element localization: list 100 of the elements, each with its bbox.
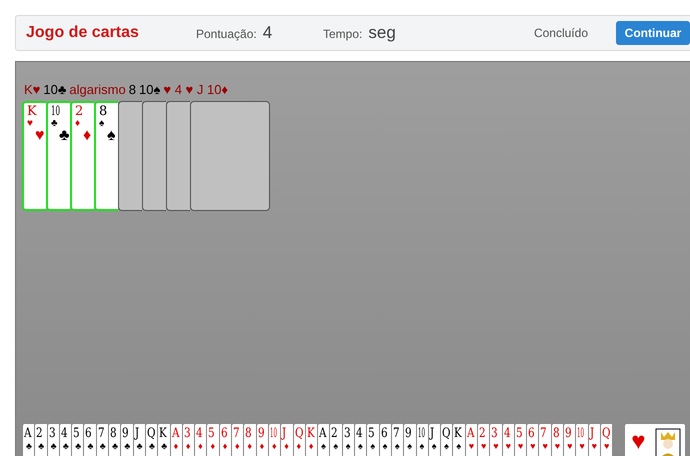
card-suit: ♠ (444, 442, 449, 451)
card-rank: 2 (75, 105, 84, 118)
deck-card[interactable]: 8 ♥ (550, 423, 564, 456)
card-suit: ♦ (198, 442, 203, 451)
playing-card[interactable]: K ♥ ♥ (22, 101, 46, 211)
card-rank: K (159, 427, 168, 440)
playing-card[interactable]: 8 ♠ ♠ (94, 101, 118, 211)
deck-card[interactable]: 2 ♣ (34, 423, 47, 456)
card-suit: ♠ (346, 442, 350, 451)
card-rank: 9 (405, 427, 412, 440)
card-suit: ♠ (456, 442, 462, 451)
deck-card[interactable]: 9 ♣ (120, 423, 133, 456)
playing-card[interactable]: 2 ♦ ♦ (70, 101, 94, 211)
deck-card[interactable]: K ♠ (452, 423, 465, 456)
card-pip: ♣ (59, 127, 70, 145)
card-pip: ♥ (35, 127, 44, 145)
deck-card[interactable]: J ♦ (280, 423, 293, 456)
deck-card[interactable]: 9 ♥ (563, 423, 576, 456)
card-pip: ♠ (107, 127, 116, 145)
card-suit: ♥ (554, 442, 560, 451)
deck-card[interactable]: 10 ♦ (268, 423, 280, 456)
card-rank: A (319, 427, 327, 440)
deck-card[interactable]: Q ♠ (440, 423, 452, 456)
deck-card[interactable]: 4 ♦ (194, 423, 206, 456)
deck-card[interactable]: 5 ♠ (366, 423, 379, 456)
card-rank: J (590, 427, 594, 440)
card-back[interactable] (190, 101, 270, 211)
card-suit: ♣ (148, 442, 155, 451)
deck-card[interactable]: 9 ♠ (403, 423, 416, 456)
deck-card[interactable]: K ♣ (157, 423, 170, 456)
card-back[interactable] (142, 101, 166, 211)
card-rank: 6 (380, 427, 388, 440)
deck-card[interactable]: J ♣ (132, 423, 145, 456)
deck-card[interactable]: 4 ♣ (58, 423, 72, 456)
card-rank: 4 (356, 427, 363, 440)
card-rank: J (430, 427, 434, 440)
deck-card[interactable]: 3 ♠ (342, 423, 354, 456)
deck-card[interactable]: 5 ♥ (514, 423, 526, 456)
deck-card[interactable]: 5 ♣ (71, 423, 84, 456)
deck-card[interactable]: 4 ♥ (502, 423, 514, 456)
deck-card[interactable]: 9 ♦ (256, 423, 268, 456)
card-rank: Q (442, 427, 451, 440)
deck-card[interactable]: 10 ♠ (416, 423, 428, 456)
deck-card[interactable]: 5 ♦ (206, 423, 219, 456)
deck-card[interactable]: 7 ♠ (390, 423, 404, 456)
deck-card[interactable]: A ♠ (317, 423, 330, 456)
deck-card[interactable]: 6 ♣ (83, 423, 96, 456)
card-suit: ♣ (51, 119, 58, 129)
deck-card[interactable]: 8 ♦ (243, 423, 256, 456)
time-label: Tempo: (323, 27, 362, 41)
deck-card[interactable]: 4 ♠ (354, 423, 366, 456)
card-suit: ♠ (394, 442, 400, 451)
card-rank: 5 (368, 427, 375, 440)
deck-card[interactable]: 7 ♥ (538, 423, 551, 456)
deck-card[interactable]: A ♦ (170, 423, 182, 456)
playing-card[interactable]: 10 ♣ ♣ (46, 101, 70, 211)
deck-card[interactable]: 2 ♥ (476, 423, 490, 456)
status-text: Concluído (534, 26, 588, 40)
deck-card[interactable]: 8 ♣ (108, 423, 120, 456)
card-rank: 7 (233, 427, 240, 440)
deck-card[interactable]: 7 ♣ (96, 423, 108, 456)
card-suit: ♦ (222, 442, 228, 451)
card-rank: 6 (85, 427, 92, 440)
card-rank: 2 (36, 427, 43, 440)
card-pip: ♦ (83, 127, 92, 145)
deck-card[interactable]: A ♥ (464, 423, 477, 456)
deck-card[interactable]: 6 ♦ (218, 423, 232, 456)
card-rank: J (134, 427, 139, 440)
deck-card[interactable]: Q ♦ (292, 423, 305, 456)
card-suit: ♥ (567, 442, 572, 451)
card-suit: ♣ (87, 442, 94, 451)
deck-card[interactable]: 10 ♥ (575, 423, 588, 456)
continue-button[interactable]: Continuar (616, 21, 690, 45)
deck-card[interactable]: 2 ♠ (329, 423, 342, 456)
card-suit: ♥ (518, 442, 524, 451)
card-rank: 8 (245, 427, 252, 440)
card-suit: ♣ (124, 442, 130, 451)
deck-card[interactable]: J ♠ (428, 423, 440, 456)
deck-card[interactable]: A ♣ (22, 423, 34, 456)
deck-card[interactable]: K ♦ (304, 423, 318, 456)
card-rank: 6 (528, 427, 535, 440)
deck-card[interactable]: 3 ♣ (46, 423, 59, 456)
card-rank: 7 (98, 427, 104, 440)
deck-card[interactable]: J ♥ (588, 423, 600, 456)
card-rank: 10 (418, 427, 424, 440)
deck-card[interactable]: 6 ♥ (526, 423, 538, 456)
deck-card[interactable]: Q ♣ (144, 423, 158, 456)
deck-card[interactable]: 3 ♥ (489, 423, 502, 456)
card-rank: A (172, 427, 180, 440)
deck-card[interactable]: Q ♥ (600, 423, 612, 456)
card-back[interactable] (118, 101, 142, 211)
deck-card[interactable]: 7 ♦ (231, 423, 244, 456)
playing-card[interactable]: ♥ (624, 423, 686, 456)
card-back[interactable] (166, 101, 190, 211)
card-rank: 7 (540, 427, 548, 440)
card-rank: Q (602, 427, 610, 440)
card-label: 10♠ (138, 82, 160, 97)
deck-card[interactable]: 6 ♠ (378, 423, 391, 456)
deck-card[interactable]: 3 ♦ (182, 423, 194, 456)
card-suit: ♣ (75, 442, 82, 451)
